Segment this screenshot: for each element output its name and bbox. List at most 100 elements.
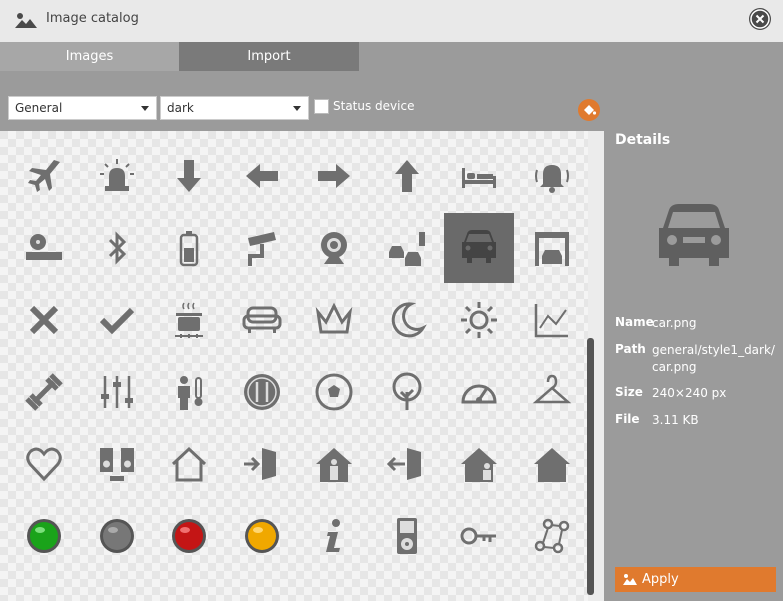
airplane-icon xyxy=(28,160,60,192)
scrollbar-thumb[interactable] xyxy=(587,338,594,595)
icon-tile[interactable] xyxy=(9,141,79,211)
car-icon xyxy=(462,230,496,263)
close-button[interactable] xyxy=(749,8,771,30)
detail-name-label: Name xyxy=(615,315,654,329)
icon-tile[interactable] xyxy=(82,429,152,499)
icon-tile[interactable] xyxy=(299,141,369,211)
icon-tile[interactable] xyxy=(372,357,442,427)
category-select[interactable]: General xyxy=(8,96,157,120)
house-filled-icon xyxy=(533,448,570,482)
heart-icon xyxy=(26,447,62,482)
battery-icon xyxy=(179,231,199,267)
chart-line-icon xyxy=(534,304,568,338)
detail-size-label: Size xyxy=(615,385,643,399)
icon-tile[interactable] xyxy=(9,501,79,571)
icon-tile[interactable] xyxy=(444,357,514,427)
status-device-label: Status device xyxy=(333,99,415,113)
icon-tile[interactable] xyxy=(9,357,79,427)
status-device-checkbox[interactable] xyxy=(314,99,329,114)
icon-tile[interactable] xyxy=(444,141,514,211)
cooking-pot-icon xyxy=(175,302,203,338)
detail-size-value: 240×240 px xyxy=(652,386,727,400)
icon-tile[interactable] xyxy=(372,501,442,571)
ipod-icon xyxy=(396,518,417,554)
yellow-light-icon xyxy=(244,519,279,553)
restaurant-icon xyxy=(243,374,280,410)
close-icon xyxy=(750,9,770,29)
red-light-icon xyxy=(172,519,206,553)
icon-tile[interactable] xyxy=(517,213,587,283)
icon-tile[interactable] xyxy=(154,285,224,355)
icon-tile[interactable] xyxy=(517,429,587,499)
icon-tile[interactable] xyxy=(299,429,369,499)
icon-tile[interactable] xyxy=(444,213,514,283)
icon-tile[interactable] xyxy=(154,357,224,427)
house-person-icon xyxy=(316,448,352,482)
tab-images[interactable]: Images xyxy=(0,42,179,71)
icon-tile[interactable] xyxy=(82,501,152,571)
icon-tile[interactable] xyxy=(9,429,79,499)
icon-tile[interactable] xyxy=(154,429,224,499)
apply-button[interactable]: Apply xyxy=(615,567,776,592)
icon-tile[interactable] xyxy=(517,501,587,571)
network-icon xyxy=(534,518,569,554)
chevron-down-icon xyxy=(293,106,301,111)
icon-tile[interactable] xyxy=(372,429,442,499)
icon-tile[interactable] xyxy=(372,285,442,355)
bell-icon xyxy=(534,165,569,193)
chevron-down-icon xyxy=(141,106,149,111)
icon-tile[interactable] xyxy=(517,285,587,355)
icon-tile[interactable] xyxy=(372,141,442,211)
dvd-player-icon xyxy=(26,234,62,260)
image-icon xyxy=(623,574,637,585)
icon-tile[interactable] xyxy=(299,357,369,427)
icon-tile[interactable] xyxy=(517,357,587,427)
icon-tile[interactable] xyxy=(82,285,152,355)
icon-tile[interactable] xyxy=(227,501,297,571)
house-outline-icon xyxy=(171,446,207,482)
person-temperature-icon xyxy=(178,376,203,410)
icon-tile[interactable] xyxy=(82,357,152,427)
info-icon xyxy=(326,519,340,552)
icon-tile[interactable] xyxy=(227,429,297,499)
icon-tile[interactable] xyxy=(444,285,514,355)
arrow-right-icon xyxy=(318,164,350,188)
icon-tile[interactable] xyxy=(299,285,369,355)
security-camera-icon xyxy=(247,232,276,266)
icon-tile[interactable] xyxy=(444,501,514,571)
icon-tile[interactable] xyxy=(227,357,297,427)
icon-tile[interactable] xyxy=(82,141,152,211)
icon-tile[interactable] xyxy=(154,141,224,211)
image-icon xyxy=(15,13,37,28)
icon-tile[interactable] xyxy=(444,429,514,499)
equalizer-icon xyxy=(100,376,133,408)
style-select[interactable]: dark xyxy=(160,96,309,120)
icon-tile[interactable] xyxy=(227,141,297,211)
detail-file-value: 3.11 KB xyxy=(652,413,699,427)
tab-import[interactable]: Import xyxy=(179,42,359,71)
gauge-icon xyxy=(461,384,497,404)
reset-button[interactable] xyxy=(578,99,600,121)
details-title: Details xyxy=(615,132,671,148)
car-preview-icon xyxy=(659,204,729,266)
icon-tile[interactable] xyxy=(9,285,79,355)
green-light-icon xyxy=(27,519,61,553)
garage-icon xyxy=(534,232,569,266)
icon-tile[interactable] xyxy=(227,285,297,355)
hanger-icon xyxy=(532,374,571,404)
icon-tile[interactable] xyxy=(299,501,369,571)
door-exit-icon xyxy=(386,448,421,480)
icon-tile[interactable] xyxy=(154,501,224,571)
bluetooth-icon xyxy=(108,231,126,265)
icon-tile[interactable] xyxy=(517,141,587,211)
icon-tile[interactable] xyxy=(9,213,79,283)
icon-tile[interactable] xyxy=(154,213,224,283)
icon-tile[interactable] xyxy=(227,213,297,283)
paint-bucket-icon xyxy=(584,105,597,115)
icon-tile[interactable] xyxy=(82,213,152,283)
traffic-light-cars-icon xyxy=(388,232,425,266)
window-title: Image catalog xyxy=(46,11,139,26)
icon-tile[interactable] xyxy=(299,213,369,283)
moon-icon xyxy=(391,302,427,338)
icon-tile[interactable] xyxy=(372,213,442,283)
